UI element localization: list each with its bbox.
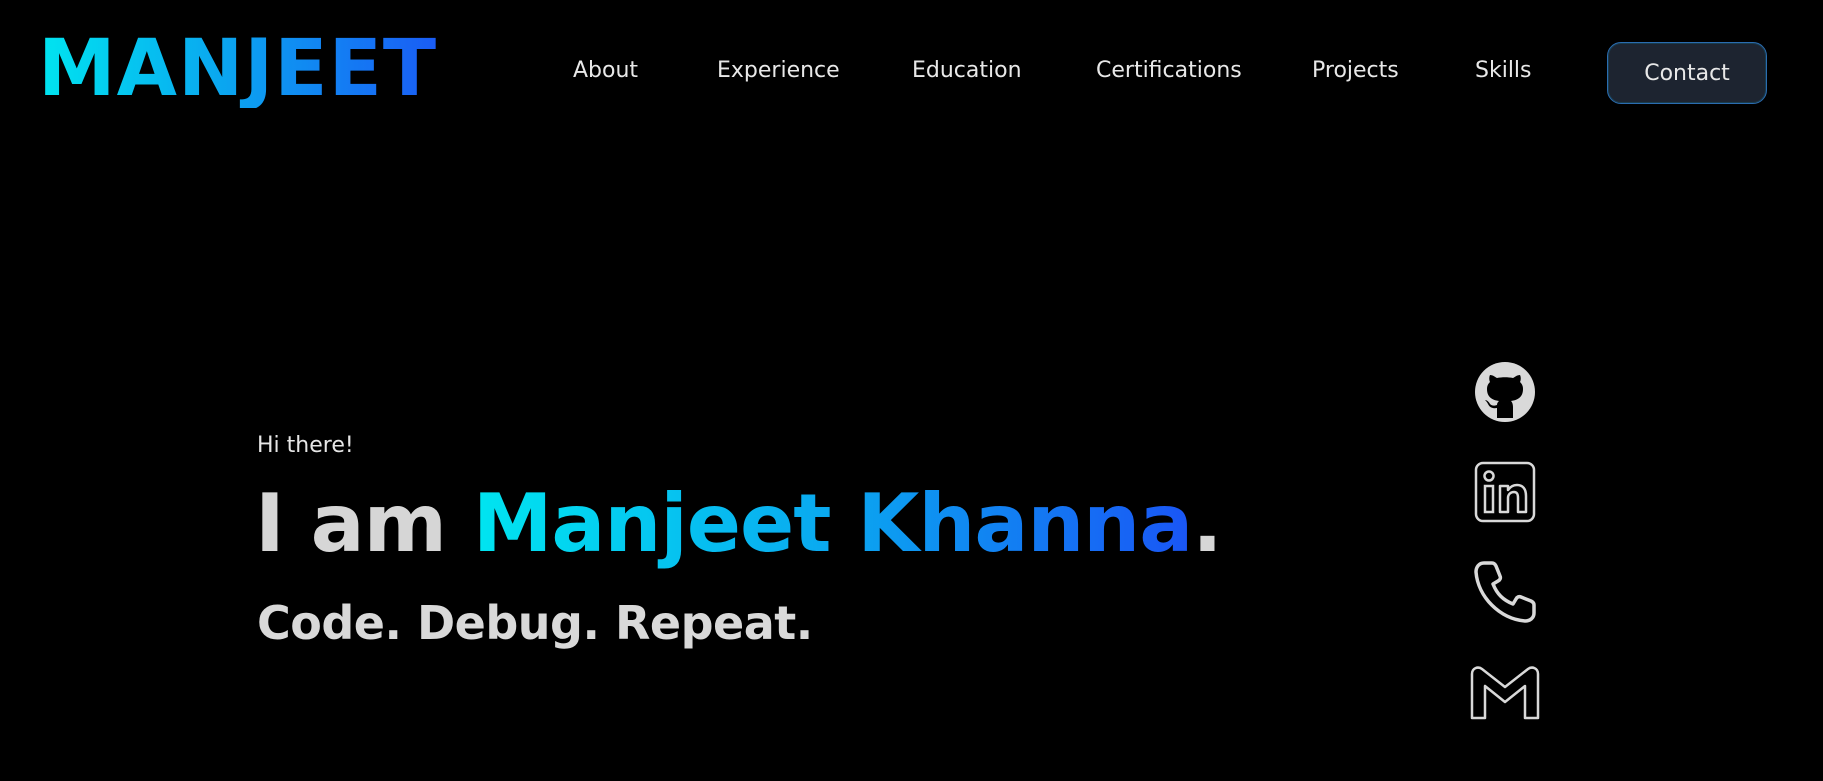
nav-about[interactable]: About [573, 58, 638, 83]
headline-period: . [1192, 477, 1222, 570]
phone-link[interactable] [1465, 552, 1545, 632]
gmail-link[interactable] [1465, 652, 1545, 732]
hero-headline: I am Manjeet Khanna. [255, 482, 1223, 566]
gmail-icon [1470, 666, 1540, 720]
nav-experience[interactable]: Experience [717, 58, 840, 83]
main-nav: About Experience Education Certification… [0, 42, 1823, 104]
nav-education[interactable]: Education [912, 58, 1022, 83]
linkedin-icon [1474, 461, 1536, 523]
intro-text: I am [255, 477, 473, 570]
contact-button[interactable]: Contact [1607, 42, 1767, 104]
hero-name: Manjeet Khanna [472, 477, 1193, 570]
github-icon [1475, 362, 1535, 422]
page: MANJEET About Experience Education Certi… [0, 0, 1823, 781]
tagline: Code. Debug. Repeat. [257, 596, 813, 650]
github-link[interactable] [1465, 352, 1545, 432]
nav-certifications[interactable]: Certifications [1096, 58, 1242, 83]
nav-skills[interactable]: Skills [1475, 58, 1532, 83]
greeting-text: Hi there! [257, 433, 354, 458]
phone-icon [1474, 561, 1536, 623]
linkedin-link[interactable] [1465, 452, 1545, 532]
nav-projects[interactable]: Projects [1312, 58, 1399, 83]
